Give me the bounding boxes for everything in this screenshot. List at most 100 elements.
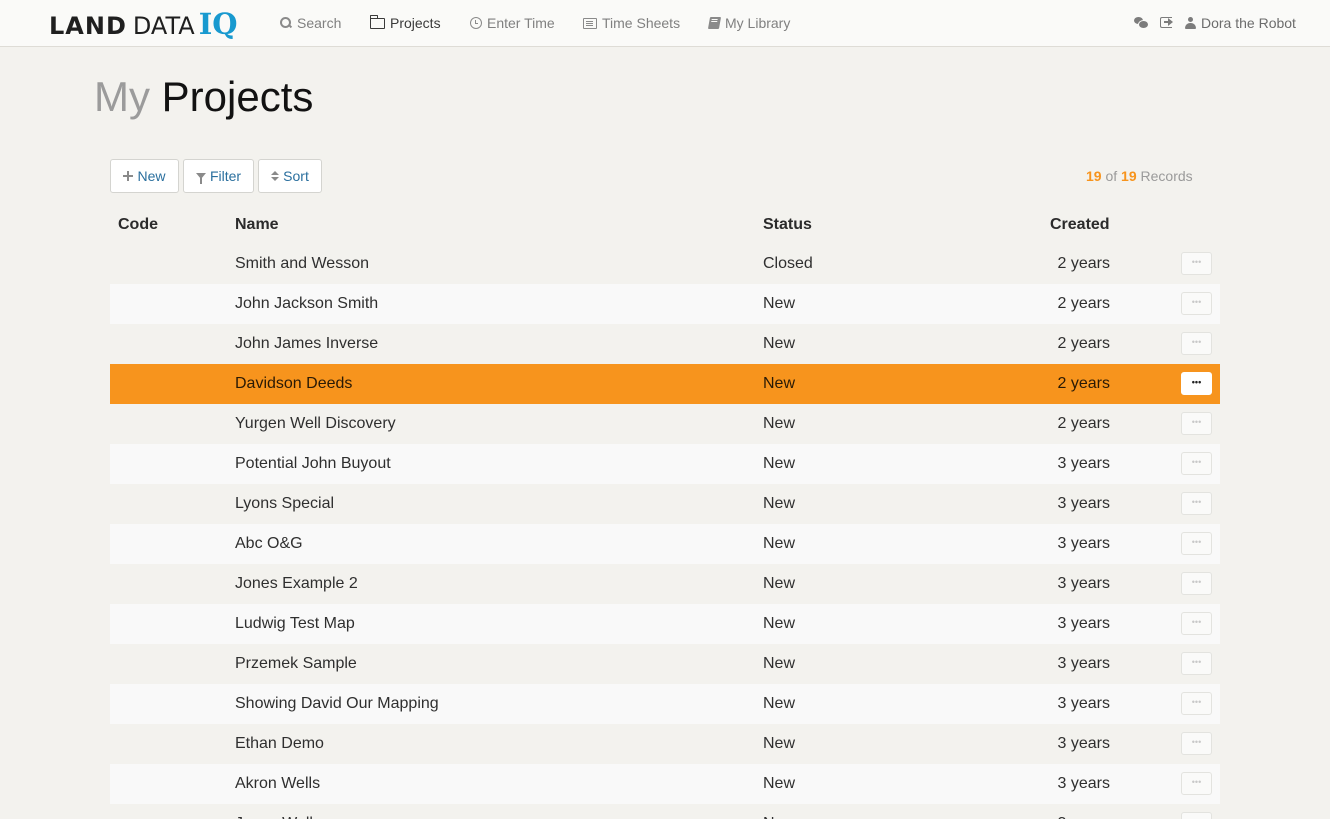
book-icon bbox=[707, 17, 722, 29]
row-created: 3 years bbox=[1057, 655, 1110, 672]
table-row[interactable]: Abc O&G New 3 years ••• bbox=[110, 524, 1220, 564]
filter-icon bbox=[195, 173, 206, 184]
table-row[interactable]: Showing David Our Mapping New 3 years ••… bbox=[110, 684, 1220, 724]
row-created: 3 years bbox=[1057, 575, 1110, 592]
row-actions-button[interactable]: ••• bbox=[1181, 532, 1212, 555]
row-actions-button[interactable]: ••• bbox=[1181, 652, 1212, 675]
row-actions-button[interactable]: ••• bbox=[1181, 772, 1212, 795]
row-status: New bbox=[763, 535, 796, 552]
row-actions-button[interactable]: ••• bbox=[1181, 612, 1212, 635]
row-actions-button[interactable]: ••• bbox=[1181, 412, 1212, 435]
nav-time-sheets[interactable]: Time Sheets bbox=[583, 15, 680, 31]
table-row[interactable]: Akron Wells New 3 years ••• bbox=[110, 764, 1220, 804]
row-actions-button[interactable]: ••• bbox=[1181, 692, 1212, 715]
nav-enter-time[interactable]: Enter Time bbox=[470, 15, 555, 31]
nav-projects-label: Projects bbox=[390, 15, 441, 31]
table-row[interactable]: Jones Example 2 New 3 years ••• bbox=[110, 564, 1220, 604]
sort-icon bbox=[271, 170, 280, 182]
logo-data: DATA bbox=[132, 12, 195, 40]
row-created: 3 years bbox=[1057, 615, 1110, 632]
table-row[interactable]: Potential John Buyout New 3 years ••• bbox=[110, 444, 1220, 484]
row-created: 2 years bbox=[1057, 335, 1110, 352]
logo-land: LAND bbox=[49, 12, 127, 40]
sort-button[interactable]: Sort bbox=[258, 159, 322, 193]
sign-out-icon[interactable] bbox=[1160, 17, 1173, 28]
row-actions-button[interactable]: ••• bbox=[1181, 292, 1212, 315]
top-navbar: LAND DATA IQ Search Projects Enter Time … bbox=[0, 0, 1330, 47]
table-row[interactable]: John Jackson Smith New 2 years ••• bbox=[110, 284, 1220, 324]
table-row[interactable]: John James Inverse New 2 years ••• bbox=[110, 324, 1220, 364]
row-created: 3 years bbox=[1057, 495, 1110, 512]
row-name: Smith and Wesson bbox=[235, 255, 369, 272]
row-actions-button[interactable]: ••• bbox=[1181, 372, 1212, 395]
table-row[interactable]: Jones Wells New 3 years ••• bbox=[110, 804, 1220, 819]
new-button[interactable]: New bbox=[110, 159, 179, 193]
row-actions-button[interactable]: ••• bbox=[1181, 452, 1212, 475]
row-created: 3 years bbox=[1057, 455, 1110, 472]
comments-icon[interactable] bbox=[1134, 17, 1149, 29]
plus-icon bbox=[123, 171, 134, 181]
table-row[interactable]: Lyons Special New 3 years ••• bbox=[110, 484, 1220, 524]
table-row[interactable]: Yurgen Well Discovery New 2 years ••• bbox=[110, 404, 1220, 444]
row-actions-button[interactable]: ••• bbox=[1181, 812, 1212, 819]
projects-table-body: Smith and Wesson Closed 2 years ••• John… bbox=[110, 244, 1220, 819]
records-total: 19 bbox=[1121, 168, 1137, 184]
row-created: 2 years bbox=[1057, 295, 1110, 312]
user-menu[interactable]: Dora the Robot bbox=[1185, 15, 1296, 31]
row-name: John James Inverse bbox=[235, 335, 379, 352]
filter-button-label: Filter bbox=[209, 168, 242, 184]
row-created: 2 years bbox=[1057, 255, 1110, 272]
row-name: Ethan Demo bbox=[235, 735, 324, 752]
table-row[interactable]: Ludwig Test Map New 3 years ••• bbox=[110, 604, 1220, 644]
nav-time-sheets-label: Time Sheets bbox=[602, 15, 681, 31]
column-header-code[interactable]: Code bbox=[118, 216, 158, 234]
nav-search[interactable]: Search bbox=[280, 15, 341, 31]
column-header-created[interactable]: Created bbox=[1050, 216, 1110, 234]
row-name: Jones Example 2 bbox=[235, 575, 358, 592]
row-name: Akron Wells bbox=[235, 775, 321, 792]
row-status: New bbox=[763, 375, 796, 392]
row-name: Abc O&G bbox=[235, 535, 303, 552]
row-actions-button[interactable]: ••• bbox=[1181, 492, 1212, 515]
table-row[interactable]: Przemek Sample New 3 years ••• bbox=[110, 644, 1220, 684]
column-header-status[interactable]: Status bbox=[763, 216, 812, 234]
row-status: New bbox=[763, 735, 796, 752]
row-created: 2 years bbox=[1057, 375, 1110, 392]
row-created: 3 years bbox=[1057, 775, 1110, 792]
table-row[interactable]: Davidson Deeds New 2 years ••• bbox=[110, 364, 1220, 404]
row-actions-button[interactable]: ••• bbox=[1181, 332, 1212, 355]
nav-my-library[interactable]: My Library bbox=[707, 15, 791, 31]
row-name: Lyons Special bbox=[235, 495, 335, 512]
row-name: John Jackson Smith bbox=[235, 295, 379, 312]
nav-projects[interactable]: Projects bbox=[370, 14, 441, 31]
row-status: New bbox=[763, 575, 796, 592]
clock-icon bbox=[470, 17, 482, 29]
records-shown: 19 bbox=[1086, 168, 1102, 184]
row-status: New bbox=[763, 775, 796, 792]
folder-open-icon bbox=[370, 14, 385, 29]
list-alt-icon bbox=[583, 17, 597, 29]
row-created: 3 years bbox=[1057, 735, 1110, 752]
column-header-name[interactable]: Name bbox=[235, 216, 279, 234]
row-status: New bbox=[763, 615, 796, 632]
row-actions-button[interactable]: ••• bbox=[1181, 732, 1212, 755]
page-title: My Projects bbox=[94, 72, 313, 122]
row-name: Ludwig Test Map bbox=[235, 615, 355, 632]
brand-logo[interactable]: LAND DATA IQ bbox=[49, 7, 238, 41]
user-name: Dora the Robot bbox=[1201, 15, 1296, 31]
table-row[interactable]: Smith and Wesson Closed 2 years ••• bbox=[110, 244, 1220, 284]
row-status: New bbox=[763, 655, 796, 672]
row-name: Przemek Sample bbox=[235, 655, 357, 672]
row-status: New bbox=[763, 335, 796, 352]
table-row[interactable]: Ethan Demo New 3 years ••• bbox=[110, 724, 1220, 764]
records-label: Records bbox=[1140, 168, 1193, 184]
row-status: New bbox=[763, 455, 796, 472]
row-actions-button[interactable]: ••• bbox=[1181, 252, 1212, 275]
nav-my-library-label: My Library bbox=[725, 15, 791, 31]
row-name: Davidson Deeds bbox=[235, 375, 353, 392]
row-actions-button[interactable]: ••• bbox=[1181, 572, 1212, 595]
filter-button[interactable]: Filter bbox=[183, 159, 254, 193]
sort-button-label: Sort bbox=[283, 168, 309, 184]
row-status: New bbox=[763, 415, 796, 432]
nav-search-label: Search bbox=[297, 15, 342, 31]
